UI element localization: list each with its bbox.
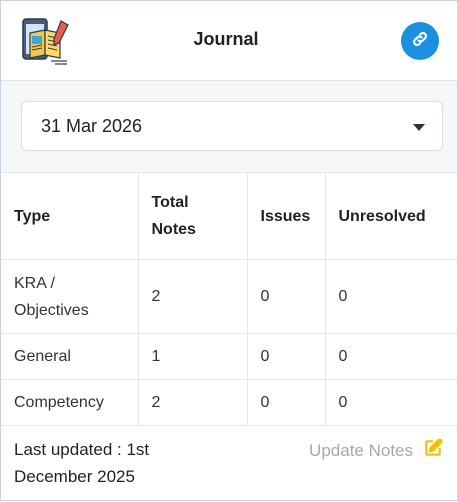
column-header-type: Type: [1, 173, 139, 260]
edit-icon: [423, 438, 443, 463]
card-header: Journal: [1, 1, 457, 81]
cell-unresolved: 0: [325, 379, 457, 426]
cell-type: KRA / Objectives: [1, 259, 139, 334]
cell-type: Competency: [1, 379, 139, 426]
cell-total-notes: 2: [138, 259, 248, 334]
cell-unresolved: 0: [325, 333, 457, 380]
cell-issues: 0: [247, 333, 326, 380]
date-filter-area: 31 Mar 2026: [1, 81, 457, 173]
last-updated-text: Last updated : 1st December 2025: [14, 440, 150, 486]
cell-issues: 0: [247, 259, 326, 334]
link-icon: [411, 30, 429, 53]
date-select-value: 31 Mar 2026: [41, 115, 143, 136]
table-row: KRA / Objectives 2 0 0: [1, 259, 457, 334]
cell-issues: 0: [247, 379, 326, 426]
column-header-unresolved: Unresolved: [325, 173, 457, 260]
update-notes-button[interactable]: Update Notes: [309, 438, 443, 463]
link-button[interactable]: [401, 22, 439, 60]
cell-type: General: [1, 333, 139, 380]
notes-summary-table: Type Total Notes Issues Unresolved KRA /…: [1, 173, 457, 426]
column-header-total-notes: Total Notes: [138, 173, 248, 260]
update-notes-label: Update Notes: [309, 440, 413, 460]
page-title: Journal: [193, 29, 259, 49]
table-row: Competency 2 0 0: [1, 379, 457, 426]
cell-unresolved: 0: [325, 259, 457, 334]
journal-card: Journal 31 Mar 2026 Type Total Notes Iss…: [0, 0, 458, 501]
cell-total-notes: 1: [138, 333, 248, 380]
caret-down-icon: [413, 124, 425, 131]
column-header-issues: Issues: [247, 173, 326, 260]
table-header-row: Type Total Notes Issues Unresolved: [1, 173, 457, 260]
card-footer: Last updated : 1st December 2025 Update …: [1, 426, 457, 502]
table-row: General 1 0 0: [1, 333, 457, 380]
date-select[interactable]: 31 Mar 2026: [21, 101, 443, 151]
cell-total-notes: 2: [138, 379, 248, 426]
